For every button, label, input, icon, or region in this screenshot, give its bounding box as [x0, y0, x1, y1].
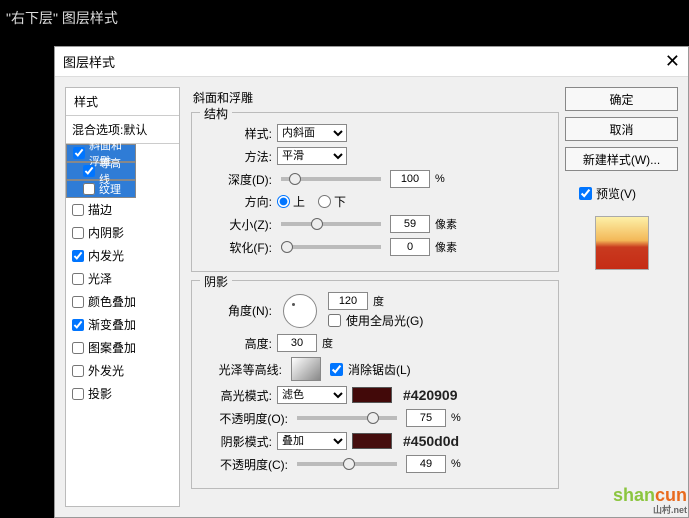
- size-slider[interactable]: [281, 222, 381, 226]
- style-checkbox[interactable]: [72, 342, 84, 354]
- hl-mode-label: 高光模式:: [202, 387, 272, 404]
- style-label: 纹理: [99, 181, 121, 197]
- layer-style-dialog: 图层样式 ✕ 样式 混合选项:默认 斜面和浮雕等高线纹理描边内阴影内发光光泽颜色…: [54, 46, 689, 518]
- sh-op-input[interactable]: [406, 455, 446, 473]
- style-item-5[interactable]: 内发光: [66, 244, 179, 267]
- style-item-1[interactable]: 等高线: [66, 162, 136, 180]
- style-checkbox[interactable]: [72, 227, 84, 239]
- antialias-label: 消除锯齿(L): [348, 361, 411, 378]
- angle-input[interactable]: [328, 292, 368, 310]
- shading-fieldset: 阴影 角度(N): 度 使用全局光(G): [191, 280, 559, 489]
- ok-button[interactable]: 确定: [565, 87, 678, 111]
- style-checkbox[interactable]: [83, 165, 95, 177]
- styles-panel: 样式 混合选项:默认 斜面和浮雕等高线纹理描边内阴影内发光光泽颜色叠加渐变叠加图…: [65, 87, 180, 507]
- hl-color-swatch[interactable]: [352, 387, 392, 403]
- dir-up-label: 上: [293, 193, 305, 210]
- style-item-6[interactable]: 光泽: [66, 267, 179, 290]
- dialog-header: 图层样式 ✕: [55, 47, 688, 77]
- sh-op-label: 不透明度(C):: [202, 456, 288, 473]
- soften-input[interactable]: [390, 238, 430, 256]
- hl-mode-select[interactable]: 滤色: [277, 386, 347, 404]
- watermark: shancun 山村.net: [613, 485, 687, 516]
- style-checkbox[interactable]: [72, 365, 84, 377]
- soften-label: 软化(F):: [202, 239, 272, 256]
- hl-op-label: 不透明度(O):: [202, 410, 288, 427]
- depth-label: 深度(D):: [202, 171, 272, 188]
- hl-hex: #420909: [403, 387, 458, 403]
- style-label: 渐变叠加: [88, 316, 136, 333]
- shading-legend: 阴影: [200, 273, 232, 290]
- altitude-input[interactable]: [277, 334, 317, 352]
- sh-op-slider[interactable]: [297, 462, 397, 466]
- size-input[interactable]: [390, 215, 430, 233]
- altitude-label: 高度:: [202, 335, 272, 352]
- style-label: 内阴影: [88, 224, 124, 241]
- style-checkbox[interactable]: [72, 388, 84, 400]
- style-checkbox[interactable]: [83, 183, 95, 195]
- style-select[interactable]: 内斜面: [277, 124, 347, 142]
- style-label: 光泽: [88, 270, 112, 287]
- preview-swatch: [595, 216, 649, 270]
- style-item-3[interactable]: 描边: [66, 198, 179, 221]
- main-panel: 斜面和浮雕 结构 样式: 内斜面 方法: 平滑 深度(D): %: [185, 77, 563, 517]
- style-label: 图案叠加: [88, 339, 136, 356]
- style-label: 样式:: [202, 125, 272, 142]
- style-label: 颜色叠加: [88, 293, 136, 310]
- dir-up-radio[interactable]: [277, 195, 290, 208]
- hl-op-input[interactable]: [406, 409, 446, 427]
- method-select[interactable]: 平滑: [277, 147, 347, 165]
- contour-label: 光泽等高线:: [202, 361, 282, 378]
- preview-label: 预览(V): [596, 185, 636, 202]
- style-checkbox[interactable]: [72, 296, 84, 308]
- style-item-4[interactable]: 内阴影: [66, 221, 179, 244]
- dir-down-radio[interactable]: [318, 195, 331, 208]
- antialias-checkbox[interactable]: [330, 363, 343, 376]
- bevel-title: 斜面和浮雕: [193, 89, 557, 106]
- depth-input[interactable]: [390, 170, 430, 188]
- preview-checkbox[interactable]: [579, 187, 592, 200]
- style-checkbox[interactable]: [72, 250, 84, 262]
- angle-label: 角度(N):: [202, 302, 272, 319]
- styles-header[interactable]: 样式: [66, 88, 179, 116]
- pct-unit: %: [435, 173, 445, 185]
- style-checkbox[interactable]: [72, 204, 84, 216]
- px-unit: 像素: [435, 216, 457, 232]
- style-checkbox[interactable]: [73, 147, 85, 159]
- page-title: "右下层" 图层样式: [0, 0, 689, 28]
- style-label: 描边: [88, 201, 112, 218]
- depth-slider[interactable]: [281, 177, 381, 181]
- method-label: 方法:: [202, 148, 272, 165]
- style-item-8[interactable]: 渐变叠加: [66, 313, 179, 336]
- style-item-7[interactable]: 颜色叠加: [66, 290, 179, 313]
- hl-op-slider[interactable]: [297, 416, 397, 420]
- style-checkbox[interactable]: [72, 319, 84, 331]
- global-light-checkbox[interactable]: [328, 314, 341, 327]
- close-icon[interactable]: ✕: [665, 51, 680, 72]
- sh-hex: #450d0d: [403, 433, 459, 449]
- global-light-label: 使用全局光(G): [346, 312, 423, 329]
- new-style-button[interactable]: 新建样式(W)...: [565, 147, 678, 171]
- style-item-11[interactable]: 投影: [66, 382, 179, 405]
- structure-legend: 结构: [200, 105, 232, 122]
- dialog-title: 图层样式: [63, 52, 115, 71]
- size-label: 大小(Z):: [202, 216, 272, 233]
- cancel-button[interactable]: 取消: [565, 117, 678, 141]
- style-label: 投影: [88, 385, 112, 402]
- structure-fieldset: 结构 样式: 内斜面 方法: 平滑 深度(D): % 方向: 上: [191, 112, 559, 272]
- soften-slider[interactable]: [281, 245, 381, 249]
- style-item-10[interactable]: 外发光: [66, 359, 179, 382]
- style-label: 外发光: [88, 362, 124, 379]
- dir-down-label: 下: [334, 193, 346, 210]
- direction-label: 方向:: [202, 193, 272, 210]
- contour-picker[interactable]: [291, 357, 321, 381]
- style-checkbox[interactable]: [72, 273, 84, 285]
- sh-color-swatch[interactable]: [352, 433, 392, 449]
- sh-mode-label: 阴影模式:: [202, 433, 272, 450]
- style-item-9[interactable]: 图案叠加: [66, 336, 179, 359]
- side-buttons: 确定 取消 新建样式(W)... 预览(V): [563, 77, 688, 517]
- sh-mode-select[interactable]: 叠加: [277, 432, 347, 450]
- angle-dial[interactable]: [283, 294, 317, 328]
- style-label: 内发光: [88, 247, 124, 264]
